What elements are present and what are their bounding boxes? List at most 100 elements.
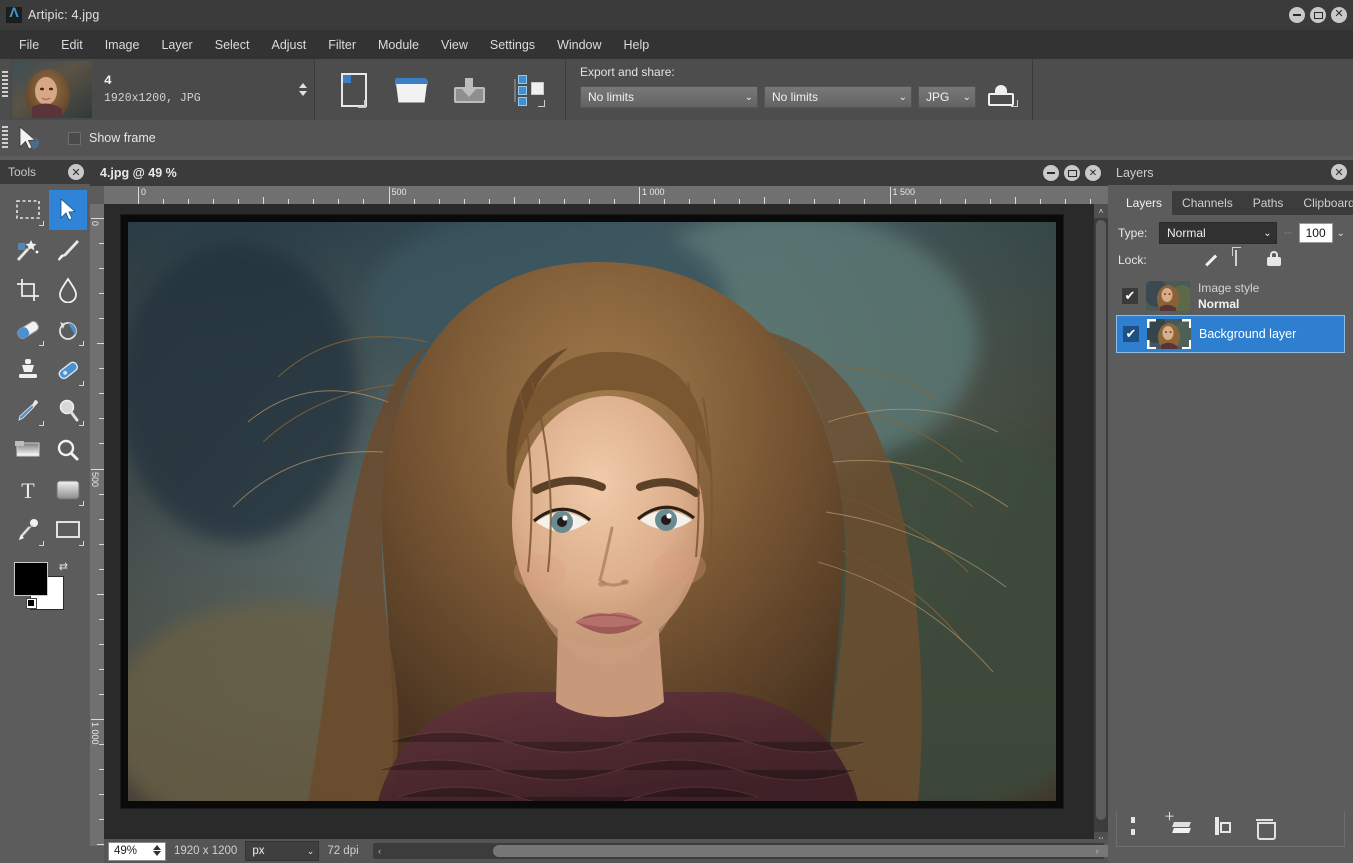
layer-row-background[interactable]: ✔ Background layer [1116, 315, 1345, 353]
ruler-tick [91, 719, 104, 720]
window-close-button[interactable]: ✕ [1331, 7, 1347, 23]
crop-tool[interactable] [9, 270, 47, 310]
opacity-value[interactable]: 100 [1298, 223, 1333, 243]
default-colors-icon[interactable] [26, 598, 37, 609]
document-restore-button[interactable] [1064, 165, 1080, 181]
menu-image[interactable]: Image [94, 34, 151, 56]
canvas-horizontal-scrollbar[interactable]: ‹ › [372, 843, 1133, 859]
brush-tool[interactable] [49, 230, 87, 270]
rectangular-marquee-tool[interactable] [9, 190, 47, 230]
scroll-right-button[interactable]: › [1090, 843, 1104, 859]
rectangle-shape-tool[interactable] [49, 510, 87, 550]
export-size-select[interactable]: No limits ⌄ [580, 86, 758, 108]
file-info-strip[interactable]: 4 1920x1200, JPG [10, 59, 315, 120]
vertical-scroll-thumb[interactable] [1096, 220, 1106, 820]
tab-channels[interactable]: Channels [1172, 191, 1243, 215]
delete-layer-button[interactable] [1257, 819, 1277, 839]
swap-colors-icon[interactable]: ⇄ [59, 560, 68, 573]
dodge-tool[interactable] [49, 390, 87, 430]
zoom-tool[interactable] [49, 430, 87, 470]
ruler-tick [513, 197, 515, 204]
opacity-control[interactable]: 100 ⌄ [1298, 223, 1345, 243]
zoom-stepper[interactable] [153, 844, 161, 856]
window-minimize-button[interactable] [1289, 7, 1305, 23]
lock-all-icon[interactable] [1267, 251, 1285, 269]
tools-panel-close-icon[interactable]: ✕ [68, 164, 84, 180]
gradient-tool[interactable] [9, 430, 47, 470]
canvas-area[interactable] [104, 204, 1108, 846]
tab-clipboard[interactable]: Clipboard [1293, 191, 1353, 215]
export-format-select[interactable]: JPG ⌄ [918, 86, 976, 108]
file-stepper[interactable] [298, 79, 308, 99]
lock-move-icon[interactable] [1235, 250, 1253, 269]
canvas-photo[interactable] [128, 222, 1056, 801]
window-controls: ✕ [1289, 7, 1347, 23]
ruler-tick [639, 187, 640, 204]
chevron-down-icon[interactable]: ⌄ [1333, 228, 1345, 239]
shape-fill-tool[interactable] [49, 470, 87, 510]
layer-visibility-checkbox[interactable]: ✔ [1122, 288, 1138, 304]
toolbar-grip[interactable] [0, 59, 10, 120]
menu-window[interactable]: Window [546, 34, 612, 56]
tab-paths[interactable]: Paths [1242, 191, 1294, 215]
open-folder-icon[interactable] [391, 70, 431, 110]
blend-mode-select[interactable]: Normal ⌄ [1159, 222, 1277, 244]
foreground-color-swatch[interactable] [14, 562, 48, 596]
menu-edit[interactable]: Edit [50, 34, 94, 56]
show-frame-option[interactable]: Show frame [68, 131, 156, 145]
lock-transparency-icon[interactable] [1171, 251, 1189, 269]
separator-dots: ··· [1283, 227, 1293, 239]
export-quality-select[interactable]: No limits ⌄ [764, 86, 912, 108]
menu-module[interactable]: Module [367, 34, 430, 56]
red-eye-tool[interactable] [49, 310, 87, 350]
scroll-left-button[interactable]: ‹ [373, 843, 387, 859]
horizontal-scroll-thumb[interactable] [492, 845, 1133, 857]
blur-droplet-tool[interactable] [49, 270, 87, 310]
canvas-vertical-scrollbar[interactable]: ˄ ˅ [1094, 204, 1108, 846]
tab-layers[interactable]: Layers [1116, 191, 1173, 215]
module-icon[interactable] [507, 70, 547, 110]
module-expand-corner-icon [538, 99, 545, 107]
menu-select[interactable]: Select [204, 34, 261, 56]
menu-layer[interactable]: Layer [150, 34, 203, 56]
move-tool[interactable] [49, 190, 87, 230]
export-icon[interactable] [986, 84, 1020, 110]
text-tool[interactable]: T [9, 470, 47, 510]
healing-patch-tool[interactable] [49, 350, 87, 390]
lock-paint-icon[interactable] [1203, 251, 1221, 269]
clone-stamp-tool[interactable] [9, 350, 47, 390]
menu-file[interactable]: File [8, 34, 50, 56]
window-maximize-button[interactable] [1310, 7, 1326, 23]
duplicate-layer-button[interactable] [1215, 816, 1235, 839]
layer-row-image-style[interactable]: ✔ Image style Normal [1116, 277, 1345, 315]
lock-row: Lock: [1108, 244, 1353, 269]
save-icon[interactable] [449, 70, 489, 110]
new-document-icon[interactable] [333, 70, 373, 110]
layers-panel-tabs: Layers Channels Paths Clipboard [1116, 191, 1353, 215]
layer-visibility-checkbox[interactable]: ✔ [1123, 326, 1139, 342]
ruler-tick [91, 468, 104, 470]
pen-tool[interactable] [9, 510, 47, 550]
menu-settings[interactable]: Settings [479, 34, 546, 56]
vertical-ruler[interactable]: 0 500 1 000 [90, 204, 104, 846]
layers-panel-close-icon[interactable]: ✕ [1331, 164, 1347, 180]
menu-adjust[interactable]: Adjust [260, 34, 317, 56]
eraser-tool[interactable] [9, 310, 47, 350]
show-frame-checkbox[interactable] [68, 131, 81, 145]
eyedropper-tool[interactable] [9, 390, 47, 430]
scroll-up-button[interactable]: ˄ [1094, 204, 1108, 218]
add-mask-button[interactable] [1131, 816, 1151, 839]
menu-filter[interactable]: Filter [317, 34, 367, 56]
menu-view[interactable]: View [430, 34, 479, 56]
file-dimensions: 1920x1200, JPG [104, 91, 201, 105]
color-swatch[interactable]: ⇄ [14, 560, 70, 614]
document-close-button[interactable]: ✕ [1085, 165, 1101, 181]
horizontal-ruler[interactable]: 0 500 1 000 1 500 [104, 186, 1108, 204]
menu-help[interactable]: Help [613, 34, 661, 56]
unit-select[interactable]: px ⌄ [245, 841, 320, 861]
magic-wand-tool[interactable] [9, 230, 47, 270]
options-bar-grip[interactable] [0, 120, 10, 156]
zoom-input[interactable]: 49% [108, 841, 166, 861]
new-layer-button[interactable]: ＋ [1164, 811, 1193, 839]
document-minimize-button[interactable] [1043, 165, 1059, 181]
